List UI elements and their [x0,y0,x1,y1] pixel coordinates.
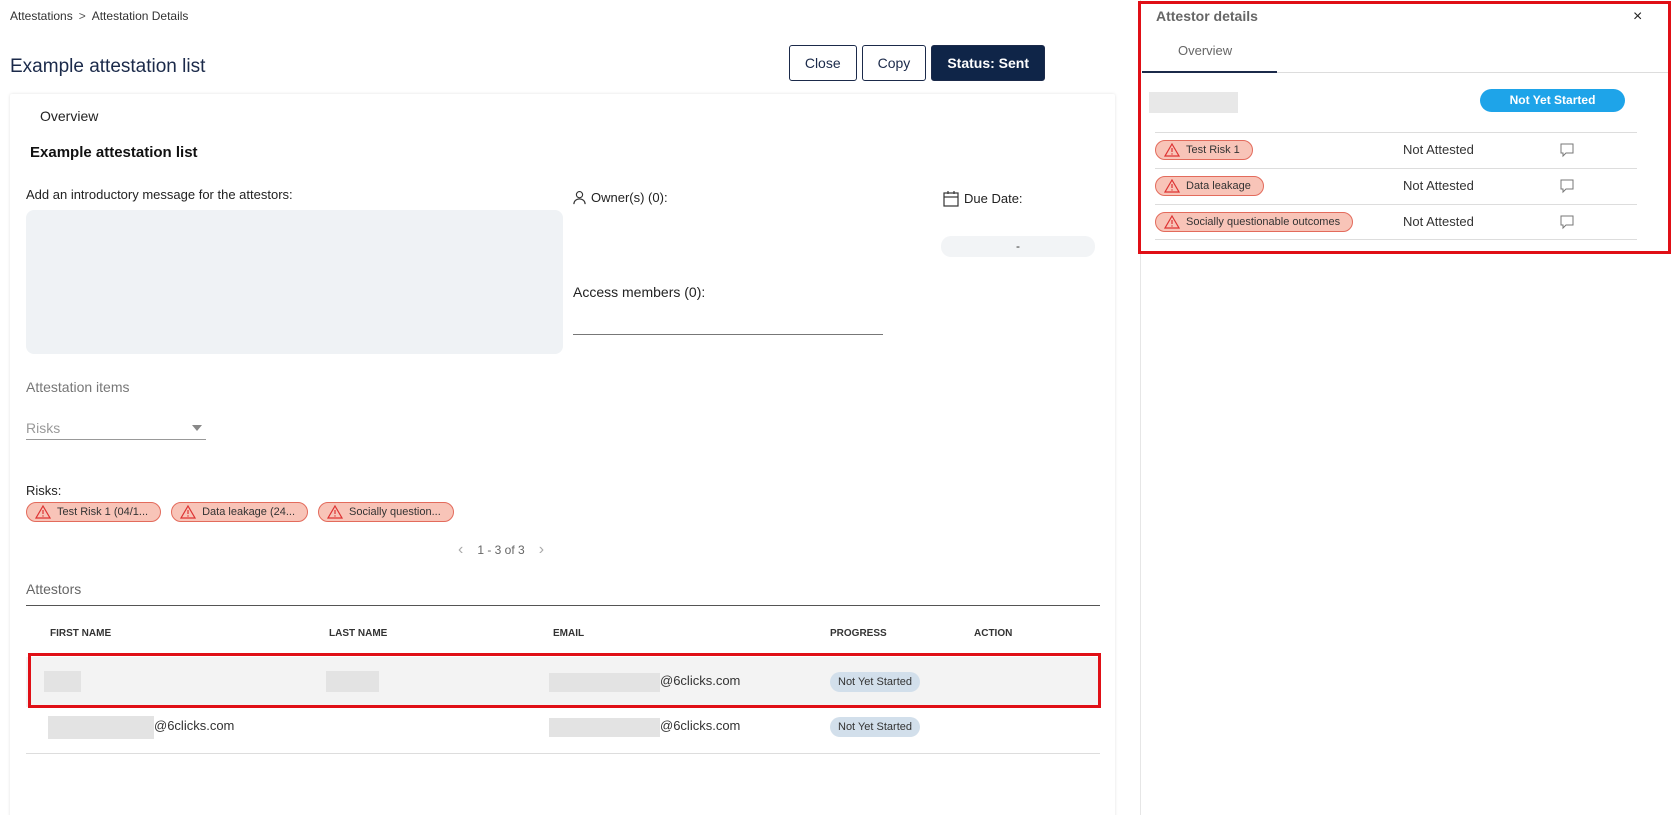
status-button[interactable]: Status: Sent [931,45,1045,81]
redacted-email [549,718,660,737]
intro-message-textarea[interactable] [26,210,563,354]
breadcrumb: Attestations > Attestation Details [10,9,188,23]
table-row[interactable]: @6clicks.com @6clicks.com Not Yet Starte… [26,704,1100,754]
column-header-action: ACTION [974,628,1013,639]
attestation-list-title: Example attestation list [30,144,198,161]
risk-chip-label: Test Risk 1 (04/1... [57,506,149,518]
warning-icon [327,505,344,519]
pagination: ‹ 1 - 3 of 3 › [458,541,544,559]
pagination-range: 1 - 3 of 3 [477,543,525,557]
column-header-progress[interactable]: PROGRESS [830,628,887,639]
column-header-first-name[interactable]: FIRST NAME [50,628,111,639]
first-name-cell: @6clicks.com [154,718,235,733]
redacted-first-name [48,716,154,739]
divider [26,753,1100,754]
breadcrumb-current: Attestation Details [91,9,189,23]
owners-label: Owner(s) (0): [591,190,668,205]
header-actions: Close Copy Status: Sent [788,45,1045,81]
attestation-card: Overview Example attestation list Add an… [10,94,1115,815]
attestation-items-select[interactable]: Risks [26,416,206,440]
chevron-right-icon: > [78,9,86,23]
attestation-items-label: Attestation items [26,379,130,395]
progress-badge: Not Yet Started [830,672,920,692]
due-date-value[interactable]: - [941,236,1095,257]
chevron-left-icon[interactable]: ‹ [458,541,463,559]
table-row[interactable]: @6clicks.com Not Yet Started [26,657,1100,707]
risk-chip-label: Socially question... [349,506,441,518]
owners-field[interactable]: Owner(s) (0): [572,190,668,205]
close-button[interactable]: Close [788,45,857,81]
divider [26,605,1100,606]
due-date-field: Due Date: [943,190,1023,207]
table-header: FIRST NAME LAST NAME EMAIL PROGRESS ACTI… [26,628,1100,648]
column-header-email[interactable]: EMAIL [553,628,584,639]
breadcrumb-attestations-link[interactable]: Attestations [10,9,73,23]
warning-icon [180,505,197,519]
user-icon [573,191,586,205]
warning-icon [35,505,51,519]
page-title: Example attestation list [10,56,206,77]
panel-highlight [1138,1,1671,254]
risks-label: Risks: [26,483,62,498]
attestors-label: Attestors [26,581,82,597]
attestation-items-select-value: Risks [26,419,61,436]
calendar-icon [943,191,959,207]
copy-button[interactable]: Copy [861,45,927,81]
risk-chip[interactable]: Socially question... [318,502,454,522]
chevron-right-icon[interactable]: › [539,541,544,559]
progress-badge: Not Yet Started [830,717,920,737]
risk-chip[interactable]: Test Risk 1 (04/1... [26,502,162,522]
intro-message-label: Add an introductory message for the atte… [26,187,293,202]
risk-chip-label: Data leakage (24... [202,506,296,518]
tab-overview[interactable]: Overview [40,108,98,124]
redacted-first-name [44,671,81,692]
email-cell: @6clicks.com [660,718,741,733]
email-cell: @6clicks.com [660,673,741,688]
redacted-last-name [326,671,379,692]
access-members-input[interactable] [573,334,883,335]
access-members-label: Access members (0): [573,284,706,300]
column-header-last-name[interactable]: LAST NAME [329,628,387,639]
risk-chips: Test Risk 1 (04/1... Data leakage (24...… [26,502,454,522]
risk-chip[interactable]: Data leakage (24... [171,502,309,522]
dropdown-arrow-icon [192,424,202,431]
due-date-label: Due Date: [964,191,1023,206]
redacted-email [549,673,660,692]
